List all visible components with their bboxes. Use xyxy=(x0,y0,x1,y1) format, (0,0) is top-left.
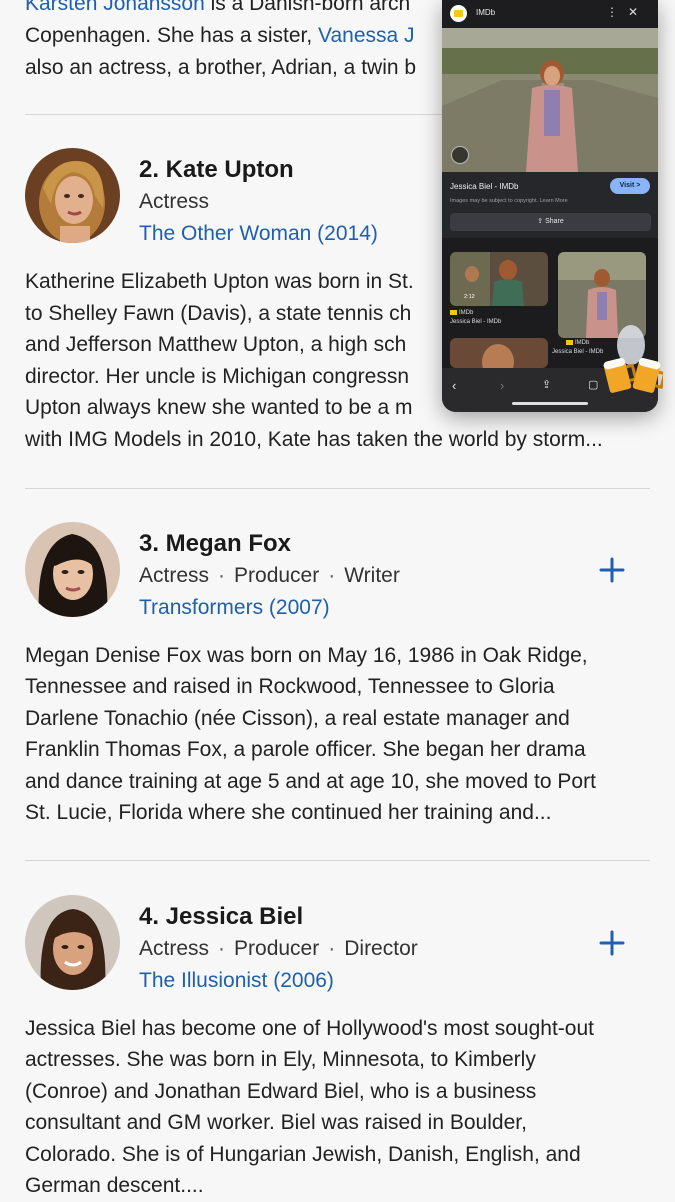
person-name[interactable]: 4. Jessica Biel xyxy=(139,903,303,931)
share-icon[interactable]: ⇪ xyxy=(542,378,551,391)
result-title[interactable]: Jessica Biel - IMDb xyxy=(450,182,518,191)
person-roles: Actress xyxy=(139,190,210,213)
bookmarks-icon[interactable]: ▢ xyxy=(588,378,598,391)
bio-line: St. Lucie, Florida where she continued h… xyxy=(25,801,552,824)
share-icon: ⇪ xyxy=(537,218,546,225)
bio-line: (Conroe) and Jonathan Edward Biel, who i… xyxy=(25,1080,537,1103)
imdb-logo-icon xyxy=(450,5,467,22)
person-name[interactable]: 2. Kate Upton xyxy=(139,156,294,184)
known-for-link[interactable]: The Other Woman (2014) xyxy=(139,222,378,246)
bio-line: Colorado. She is of Hungarian Jewish, Da… xyxy=(25,1143,581,1166)
thumbnail-caption[interactable]: Jessica Biel - IMDb xyxy=(450,319,501,325)
page: Karsten Johansson is a Danish-born arch … xyxy=(0,0,675,1200)
close-icon[interactable]: ✕ xyxy=(628,5,648,19)
panel-header: IMDb ⋮✕ xyxy=(442,0,658,28)
panel-site-name: IMDb xyxy=(476,8,496,17)
video-duration: 2:12 xyxy=(464,294,475,300)
bio-line: Tennessee and raised in Rockwood, Tennes… xyxy=(25,675,555,698)
back-icon[interactable]: ‹ xyxy=(452,378,456,393)
add-to-list-plus-icon[interactable] xyxy=(597,928,627,958)
avatar-jessica-biel[interactable] xyxy=(25,895,120,990)
known-for-link[interactable]: The Illusionist (2006) xyxy=(139,969,334,993)
add-to-list-plus-icon[interactable] xyxy=(597,555,627,585)
beer-mugs-icon xyxy=(603,325,663,393)
person-roles: Actress · Producer · Writer xyxy=(139,564,400,587)
forward-icon[interactable]: › xyxy=(500,378,504,393)
person-name[interactable]: 3. Megan Fox xyxy=(139,530,291,558)
person-link-vanessa[interactable]: Vanessa J xyxy=(318,24,415,47)
thumbnail-caption[interactable]: Jessica Biel - IMDb xyxy=(552,349,603,355)
visit-button[interactable]: Visit > xyxy=(610,178,650,194)
person-link-karsten[interactable]: Karsten Johansson xyxy=(25,0,205,15)
bio-line: Franklin Thomas Fox, a parole officer. S… xyxy=(25,738,586,761)
home-indicator xyxy=(512,402,588,405)
divider xyxy=(25,488,650,489)
bio-line: consultant and GM worker. Biel was raise… xyxy=(25,1111,527,1134)
bio-line: with IMG Models in 2010, Kate has taken … xyxy=(25,428,603,451)
bio-line: German descent.... xyxy=(25,1174,204,1197)
more-vert-icon[interactable]: ⋮ xyxy=(606,5,628,19)
bio-line: actresses. She was born in Ely, Minnesot… xyxy=(25,1048,536,1071)
bio-line: Jessica Biel has become one of Hollywood… xyxy=(25,1017,594,1040)
avatar-kate-upton[interactable] xyxy=(25,148,120,243)
person-roles: Actress · Producer · Director xyxy=(139,937,418,960)
related-thumbnail[interactable] xyxy=(450,338,548,368)
bio-line: Megan Denise Fox was born on May 16, 198… xyxy=(25,644,588,667)
copyright-note: Images may be subject to copyright. Lear… xyxy=(450,198,568,204)
lens-icon[interactable] xyxy=(451,146,469,164)
result-hero-image[interactable] xyxy=(442,28,658,172)
known-for-link[interactable]: Transformers (2007) xyxy=(139,596,330,620)
bio-line: Darlene Tonachio (née Cisson), a real es… xyxy=(25,707,570,730)
share-button[interactable]: ⇪ Share xyxy=(450,213,651,231)
thumbnail-source: IMDb xyxy=(450,310,473,316)
bio-line: and dance training at age 5 and at age 1… xyxy=(25,770,596,793)
result-info: Jessica Biel - IMDb Visit > Images may b… xyxy=(442,172,658,238)
divider xyxy=(25,860,650,861)
thumbnail-source: IMDb xyxy=(566,340,589,346)
panel-header-actions: ⋮✕ xyxy=(606,5,648,19)
avatar-megan-fox[interactable] xyxy=(25,522,120,617)
